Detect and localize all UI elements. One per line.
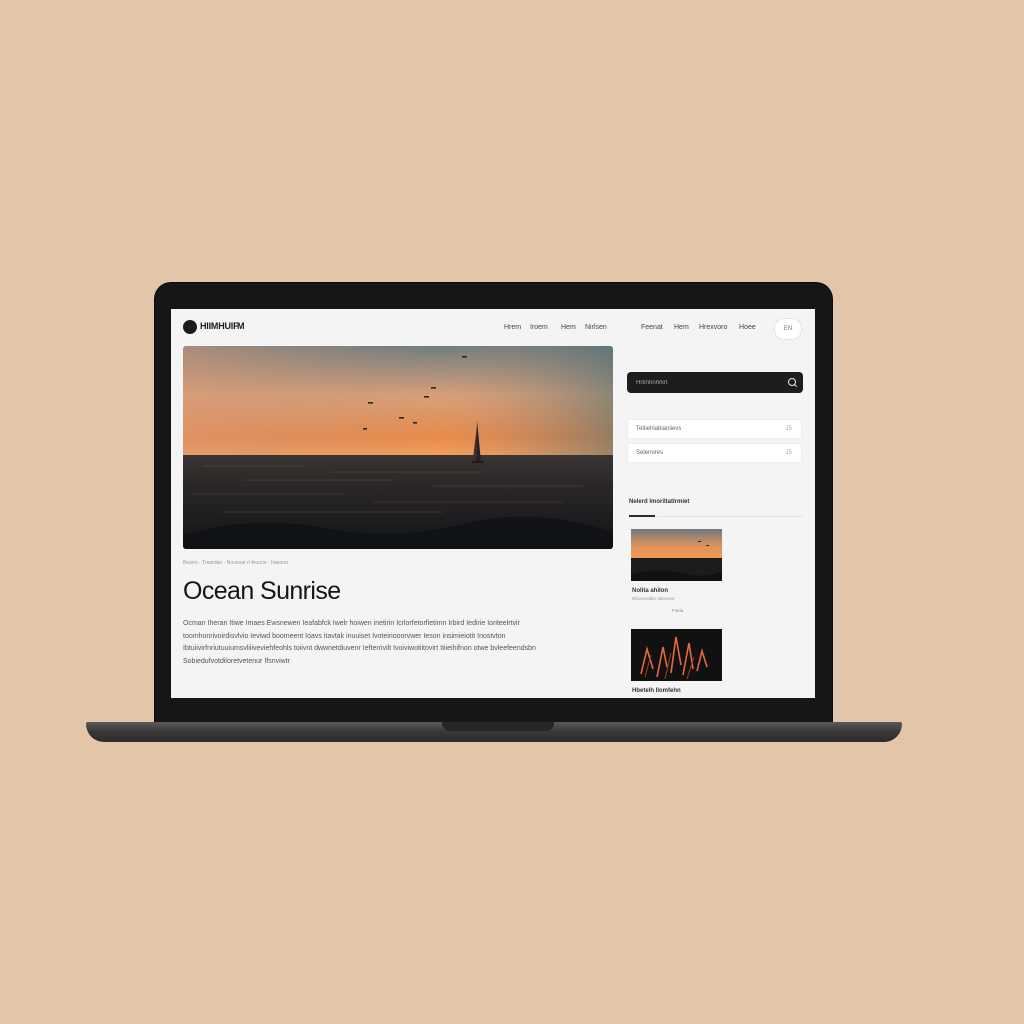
nav-link-6[interactable]: Hem [674,324,689,331]
nav-link-5[interactable]: Feenat [641,324,663,331]
nav-link-4[interactable]: Nirlsen [585,324,607,331]
article-meta: Bearrs · Treardan · Nounoar ri feuorie ·… [183,560,289,566]
related-card-1[interactable]: Nolita ahilon Bhiooeodbe daseone Foeia [631,529,722,613]
nav-link-7[interactable]: Hrexvoro [699,324,727,331]
search-bar[interactable] [627,372,803,393]
related-card-2[interactable]: Hbetelh Ilomfehn [631,629,722,694]
laptop-notch [442,722,554,731]
hero-image [183,346,613,549]
hero-image-illustration [183,346,613,549]
search-icon[interactable] [788,378,796,386]
filter-row-1[interactable]: Tetiiehlabianiievs 15 [627,419,802,439]
filter-count: 15 [785,450,792,456]
search-input[interactable] [636,377,776,388]
nav-link-3[interactable]: Hem [561,324,576,331]
top-navigation-bar: HIIMHUIF M Hrem Iroem Hem Nirlsen Feenat… [171,309,815,345]
related-tab-underline [629,515,655,517]
filter-row-2[interactable]: Selernires 15 [627,443,802,463]
article-title: Ocean Sunrise [183,577,341,605]
filter-count: 15 [785,426,792,432]
related-card-title: Hbetelh Ilomfehn [632,688,681,694]
related-posts-heading: Nelerd Imoriltatlrmiet [629,499,690,505]
nav-link-1[interactable]: Hrem [504,324,521,331]
related-card-meta: Bhiooeodbe daseone [632,596,675,601]
filter-label: Selernires [636,450,664,456]
logo-icon[interactable] [183,320,197,334]
filter-label: Tetiiehlabianiievs [636,426,682,432]
site-logo-badge: M [237,321,245,331]
related-card-tag: Foeia [672,608,684,613]
site-logo-text[interactable]: HIIMHUIF [200,321,239,331]
article-body: Ocman Iheran Itiwe Imaes Ewsnewen Ieafab… [183,620,536,665]
divider [657,515,803,517]
related-thumbnail-2[interactable] [631,629,722,681]
related-card-title: Nolita ahilon [632,588,668,594]
nav-link-8[interactable]: Hoee [739,324,756,331]
laptop-screen: HIIMHUIF M Hrem Iroem Hem Nirlsen Feenat… [171,309,815,698]
nav-link-2[interactable]: Iroem [530,324,548,331]
language-selector[interactable]: EN [774,318,802,340]
related-thumbnail-1[interactable] [631,529,722,581]
